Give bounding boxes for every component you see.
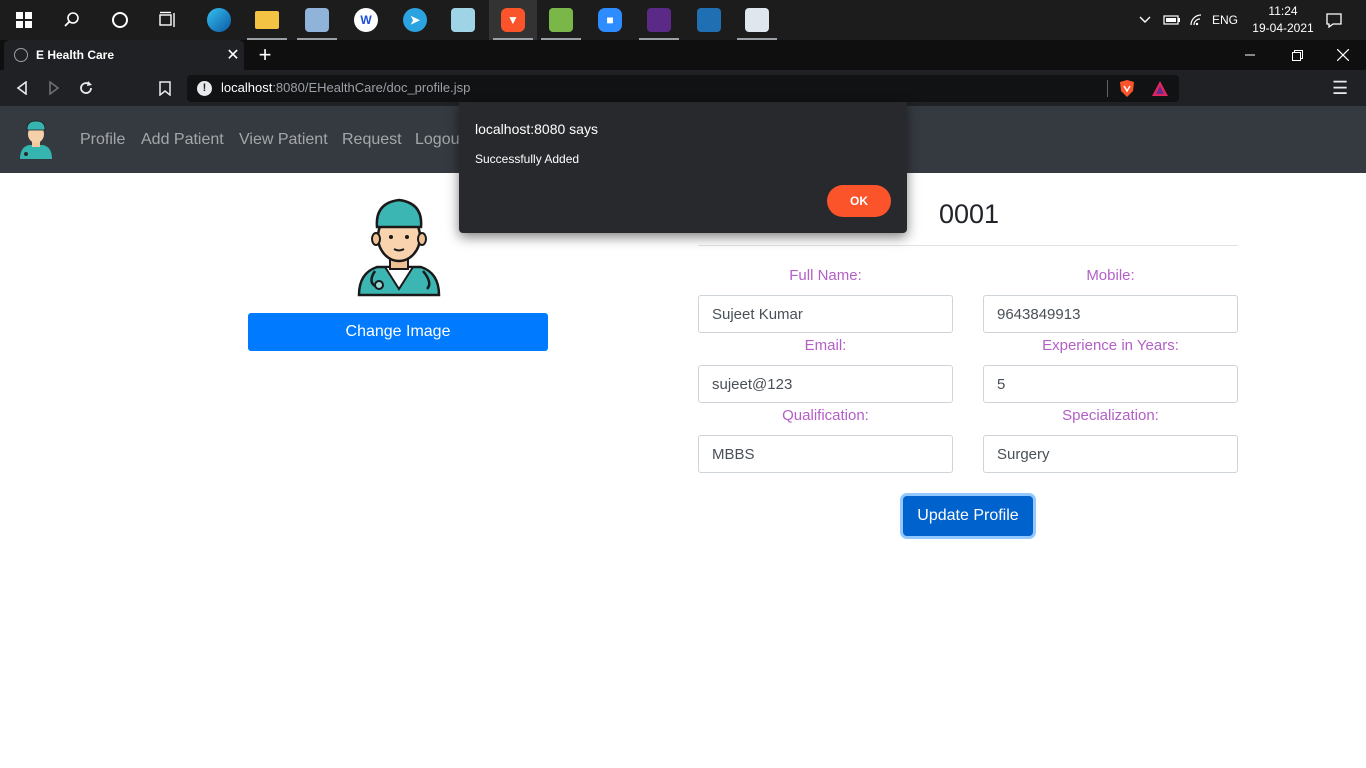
- cortana-icon[interactable]: [96, 0, 144, 40]
- tab-close-icon[interactable]: ✕: [222, 45, 244, 65]
- omnibox-divider: [1107, 80, 1108, 97]
- update-profile-button[interactable]: Update Profile: [903, 496, 1033, 536]
- doctor-avatar: [355, 197, 443, 302]
- mobile-field[interactable]: 9643849913: [983, 295, 1238, 333]
- spreadsheet-app-icon[interactable]: [537, 0, 585, 40]
- doctor-logo-icon[interactable]: [17, 119, 55, 164]
- change-image-button[interactable]: Change Image: [248, 313, 548, 351]
- new-tab-button[interactable]: +: [252, 40, 278, 70]
- edge-browser-icon[interactable]: [195, 0, 243, 40]
- battery-icon[interactable]: [1163, 0, 1181, 40]
- dialog-ok-button[interactable]: OK: [827, 185, 891, 217]
- brave-rewards-icon[interactable]: [1151, 80, 1169, 102]
- nav-link-add-patient[interactable]: Add Patient: [141, 131, 224, 149]
- mobile-label: Mobile:: [1086, 267, 1135, 284]
- specialization-label: Specialization:: [1062, 407, 1159, 424]
- wifi-icon[interactable]: [1189, 0, 1203, 40]
- experience-label: Experience in Years:: [1042, 337, 1179, 354]
- forward-icon[interactable]: [38, 70, 70, 106]
- full-name-field[interactable]: Sujeet Kumar: [698, 295, 953, 333]
- chevron-up-icon[interactable]: [1139, 0, 1151, 40]
- brave-shields-icon[interactable]: [1118, 79, 1136, 103]
- notes-app-icon[interactable]: [439, 0, 487, 40]
- specialization-field[interactable]: Surgery: [983, 435, 1238, 473]
- search-icon[interactable]: [48, 0, 96, 40]
- browser-menu-icon[interactable]: ☰: [1332, 78, 1348, 99]
- doctor-id-heading: 0001: [939, 199, 1000, 229]
- nav-link-logout[interactable]: Logout: [415, 131, 464, 149]
- email-field[interactable]: sujeet@123: [698, 365, 953, 403]
- globe-icon: [14, 48, 28, 62]
- game-app-icon[interactable]: [635, 0, 683, 40]
- tab-title: E Health Care: [36, 48, 115, 62]
- photos-app-icon[interactable]: [685, 0, 733, 40]
- qualification-field[interactable]: MBBS: [698, 435, 953, 473]
- brave-browser-icon[interactable]: ▼: [489, 0, 537, 40]
- url-text[interactable]: localhost:8080/EHealthCare/doc_profile.j…: [221, 80, 470, 95]
- full-name-label: Full Name:: [789, 267, 862, 284]
- window-app-icon[interactable]: [733, 0, 781, 40]
- url-path: :8080/EHealthCare/doc_profile.jsp: [272, 80, 471, 95]
- file-explorer-icon[interactable]: [243, 0, 291, 40]
- close-window-icon[interactable]: [1320, 40, 1366, 70]
- task-view-icon[interactable]: [144, 0, 192, 40]
- dialog-title: localhost:8080 says: [475, 121, 598, 137]
- zoom-icon[interactable]: ■: [586, 0, 634, 40]
- experience-field[interactable]: 5: [983, 365, 1238, 403]
- clock-time: 11:24: [1268, 4, 1298, 18]
- email-label: Email:: [804, 337, 847, 354]
- minimize-icon[interactable]: [1227, 40, 1273, 70]
- site-info-icon[interactable]: !: [197, 81, 212, 96]
- browser-tab-strip: E Health Care ✕: [0, 40, 1366, 70]
- wps-office-icon[interactable]: W: [342, 0, 390, 40]
- restore-icon[interactable]: [1274, 40, 1320, 70]
- dialog-message: Successfully Added: [475, 152, 580, 166]
- nav-link-view-patient[interactable]: View Patient: [239, 131, 328, 149]
- language-indicator[interactable]: ENG: [1212, 0, 1238, 40]
- nav-link-request[interactable]: Request: [342, 131, 402, 149]
- browser-tab[interactable]: E Health Care ✕: [4, 40, 244, 70]
- clock-date: 19-04-2021: [1252, 21, 1314, 35]
- qualification-label: Qualification:: [782, 407, 869, 424]
- alert-dialog: localhost:8080 says Successfully Added O…: [459, 102, 907, 233]
- telegram-icon[interactable]: ➤: [391, 0, 439, 40]
- url-host: localhost: [221, 80, 273, 95]
- notification-center-icon[interactable]: [1310, 0, 1358, 40]
- bookmark-icon[interactable]: [149, 70, 181, 106]
- back-icon[interactable]: [6, 70, 38, 106]
- control-panel-icon[interactable]: [293, 0, 341, 40]
- windows-start-icon[interactable]: [0, 0, 48, 40]
- profile-divider: [698, 245, 1238, 246]
- system-clock[interactable]: 11:24 19-04-2021: [1248, 3, 1318, 37]
- windows-taskbar: W ➤ ▼ ■ ENG 11:24 19-04-2021: [0, 0, 1366, 40]
- nav-link-profile[interactable]: Profile: [80, 131, 125, 149]
- reload-icon[interactable]: [70, 70, 102, 106]
